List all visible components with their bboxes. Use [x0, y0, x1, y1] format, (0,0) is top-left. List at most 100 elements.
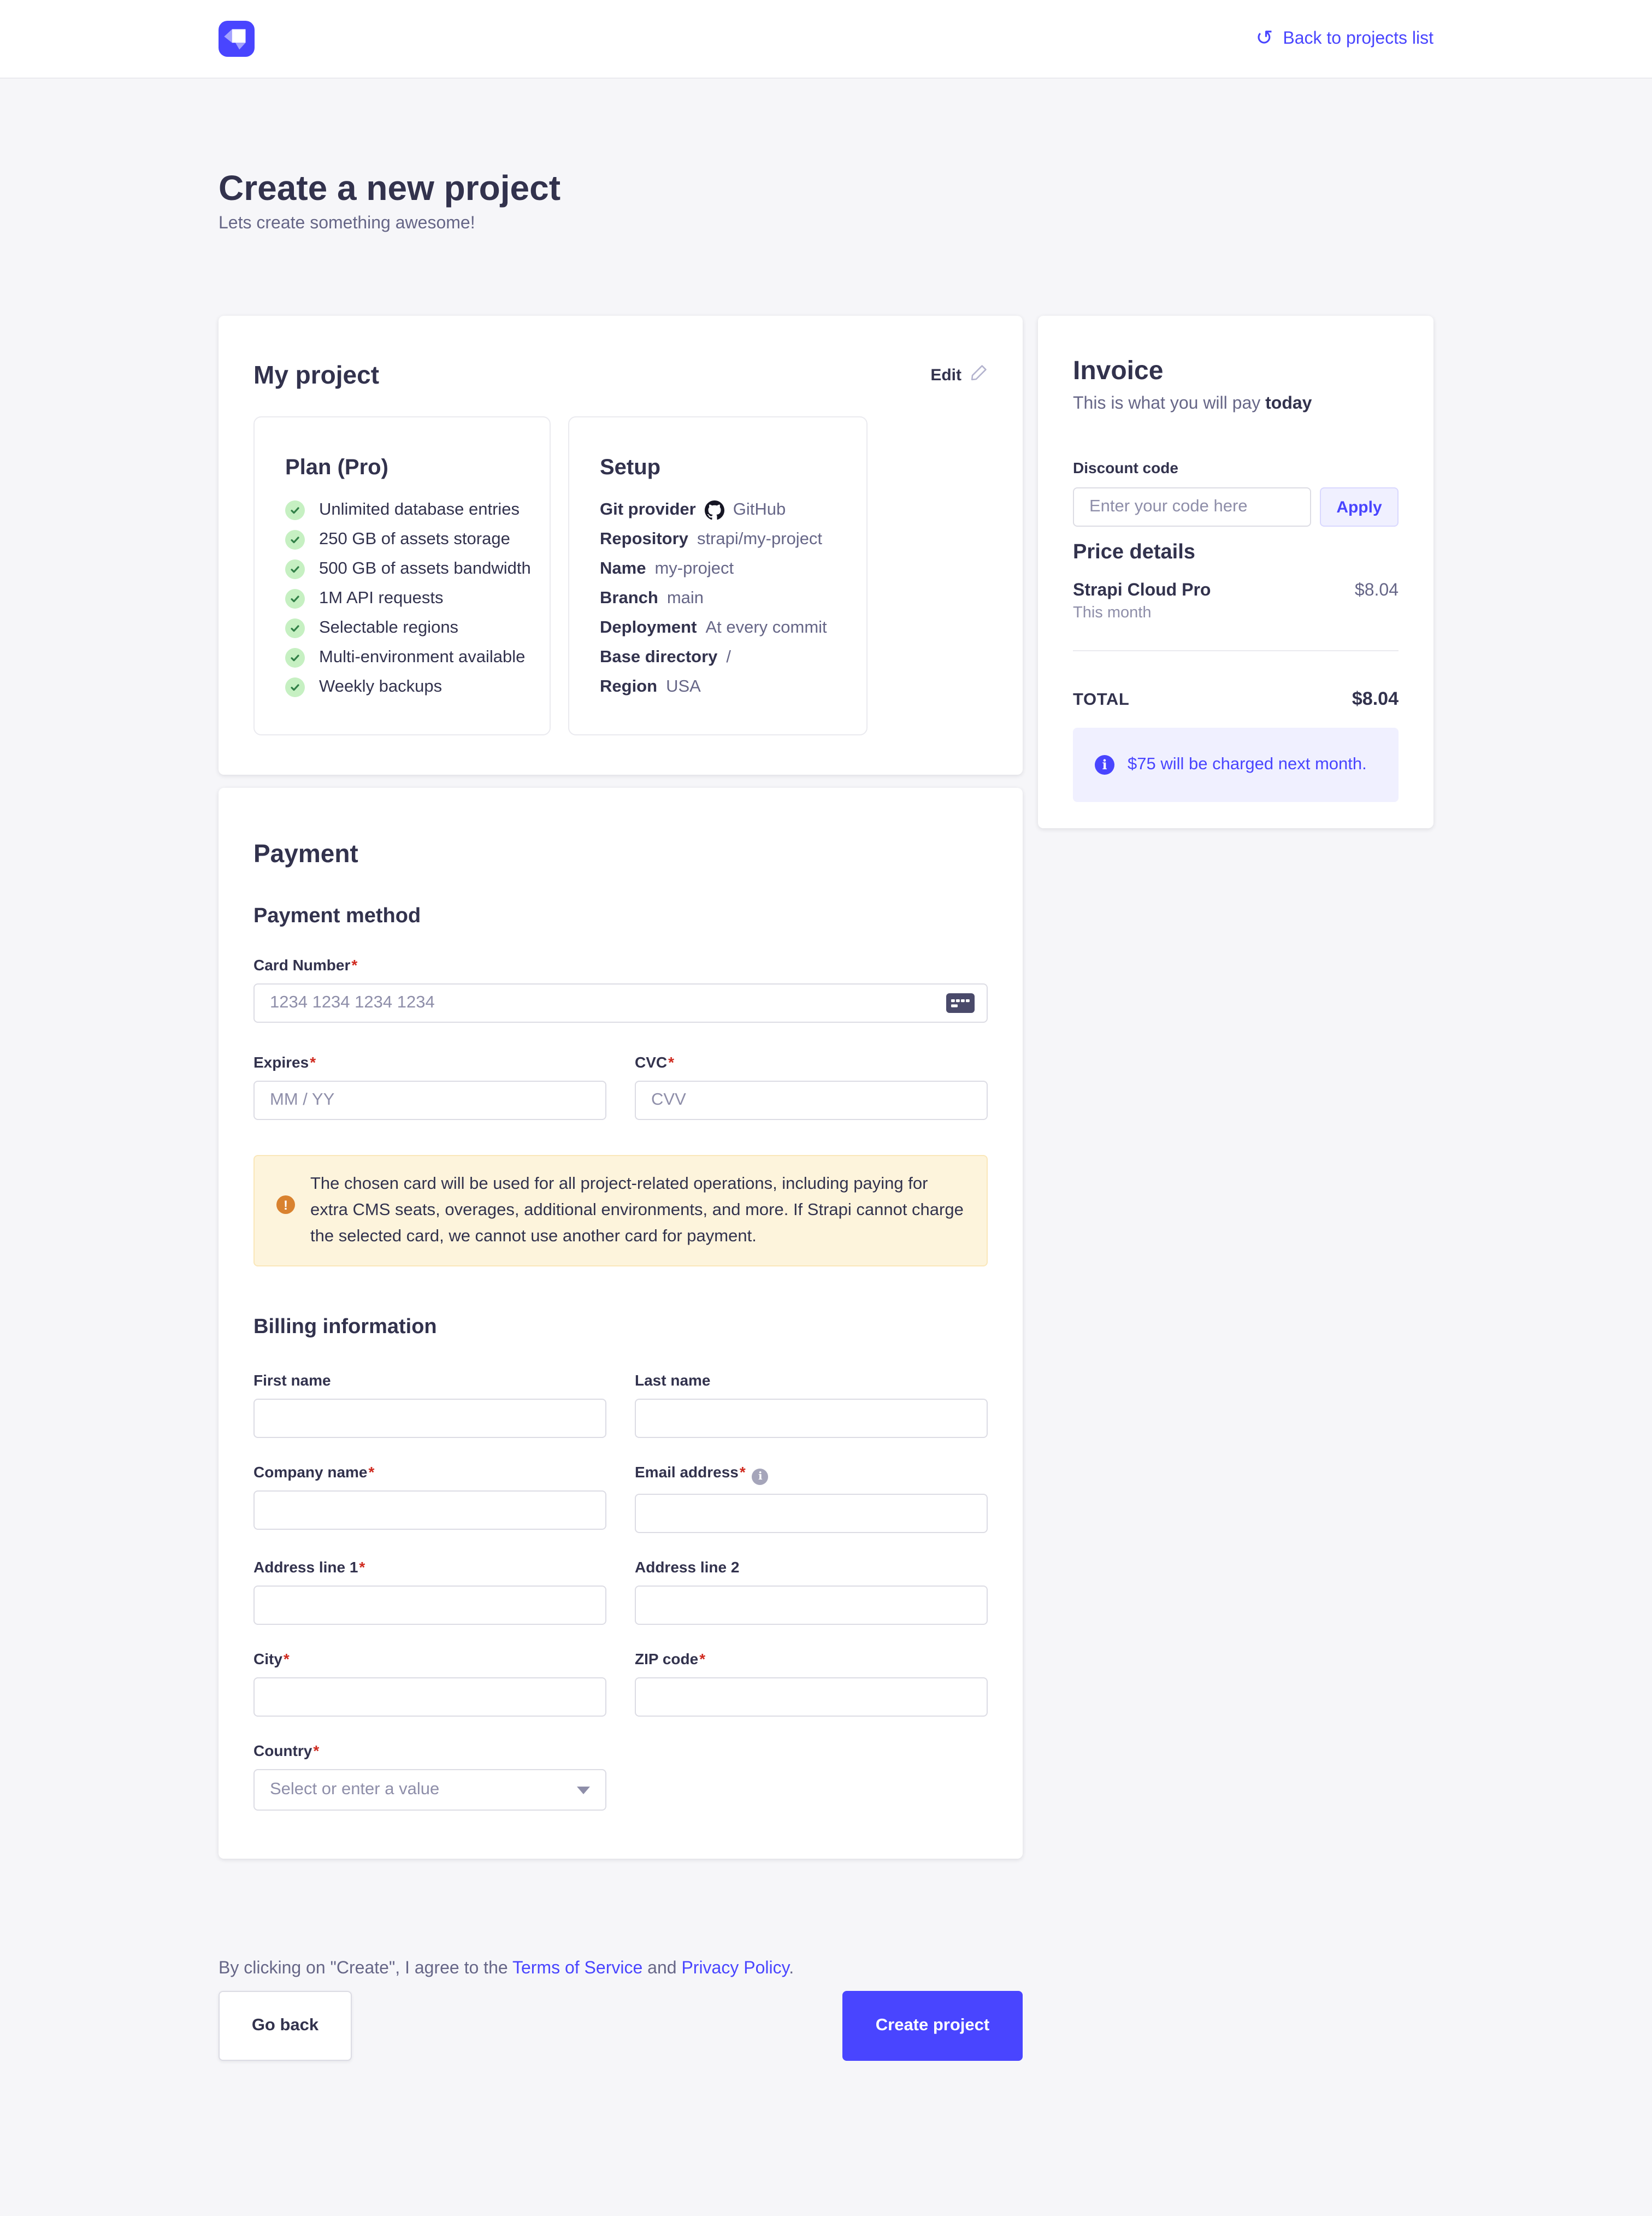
- payment-section-title: Payment: [253, 838, 988, 869]
- invoice-subtitle: This is what you will pay today: [1073, 392, 1399, 415]
- top-bar: ↺ Back to projects list: [0, 0, 1652, 79]
- setup-box: Setup Git provider GitHub Repositorystra: [568, 416, 868, 735]
- email-info-icon: i: [752, 1469, 769, 1485]
- apply-discount-button[interactable]: Apply: [1320, 487, 1399, 527]
- privacy-policy-link[interactable]: Privacy Policy: [681, 1959, 789, 1978]
- discount-code-section: Discount code Apply: [1073, 459, 1399, 527]
- address-line-1-input[interactable]: [253, 1586, 606, 1625]
- billing-information-heading: Billing information: [253, 1315, 988, 1341]
- price-line-item: Strapi Cloud Pro $8.04: [1073, 581, 1399, 601]
- create-project-button[interactable]: Create project: [842, 1991, 1023, 2061]
- credit-card-icon: [946, 993, 975, 1018]
- country-group: Country* Select or enter a value: [253, 1742, 606, 1811]
- payment-card: Payment Payment method Card Number*: [219, 788, 1023, 1859]
- go-back-button[interactable]: Go back: [219, 1991, 352, 2061]
- list-item: Unlimited database entries: [285, 500, 519, 520]
- plan-box: Plan (Pro) Unlimited database entries 25…: [253, 416, 551, 735]
- email-group: Email address*i: [635, 1463, 988, 1533]
- city-input[interactable]: [253, 1677, 606, 1717]
- setup-row: Repositorystrapi/my-project: [600, 530, 836, 550]
- check-icon: [285, 589, 305, 609]
- setup-row: RegionUSA: [600, 677, 836, 697]
- divider: [1073, 650, 1399, 651]
- page-subtitle: Lets create something awesome!: [219, 212, 1433, 236]
- invoice-title: Invoice: [1073, 355, 1399, 388]
- first-name-group: First name: [253, 1371, 606, 1438]
- note-text: $75 will be charged next month.: [1128, 755, 1367, 775]
- expires-input[interactable]: [253, 1081, 606, 1120]
- address-line-2-label: Address line 2: [635, 1558, 988, 1577]
- invoice-card: Invoice This is what you will pay today …: [1038, 316, 1433, 828]
- chevron-down-icon: [577, 1786, 590, 1794]
- card-number-label: Card Number*: [253, 956, 988, 975]
- project-summary-card: My project Edit: [219, 316, 1023, 775]
- discount-code-label: Discount code: [1073, 459, 1399, 478]
- total-row: TOTAL $8.04: [1073, 688, 1399, 710]
- card-usage-warning: ! The chosen card will be used for all p…: [253, 1155, 988, 1266]
- discount-code-input[interactable]: [1073, 487, 1311, 527]
- cvc-input[interactable]: [635, 1081, 988, 1120]
- main-content: Create a new project Lets create somethi…: [0, 166, 1652, 2216]
- cvc-label: CVC*: [635, 1053, 988, 1072]
- city-label: City*: [253, 1650, 606, 1669]
- last-name-input[interactable]: [635, 1399, 988, 1438]
- project-card-title: My project: [253, 359, 379, 390]
- info-icon: i: [1095, 755, 1114, 775]
- setup-box-title: Setup: [600, 455, 836, 481]
- country-select[interactable]: Select or enter a value: [253, 1769, 606, 1811]
- payment-method-heading: Payment method: [253, 904, 988, 930]
- strapi-logo-icon: [219, 21, 255, 57]
- last-name-label: Last name: [635, 1371, 988, 1390]
- price-details-heading: Price details: [1073, 540, 1399, 566]
- warning-icon: !: [276, 1195, 295, 1214]
- edit-project-button[interactable]: Edit: [930, 364, 988, 386]
- expires-label: Expires*: [253, 1053, 606, 1072]
- setup-row: Namemy-project: [600, 559, 836, 579]
- terms-of-service-link[interactable]: Terms of Service: [512, 1959, 642, 1978]
- back-to-projects-link[interactable]: ↺ Back to projects list: [1256, 28, 1434, 49]
- email-input[interactable]: [635, 1494, 988, 1533]
- warning-text: The chosen card will be used for all pro…: [310, 1171, 965, 1250]
- terms-agreement-text: By clicking on "Create", I agree to the …: [219, 1957, 1023, 1980]
- plan-box-title: Plan (Pro): [285, 455, 519, 481]
- zip-code-input[interactable]: [635, 1677, 988, 1717]
- list-item: 250 GB of assets storage: [285, 530, 519, 550]
- list-item: 500 GB of assets bandwidth: [285, 559, 519, 579]
- first-name-input[interactable]: [253, 1399, 606, 1438]
- zip-code-group: ZIP code*: [635, 1650, 988, 1717]
- plan-feature-list: Unlimited database entries 250 GB of ass…: [285, 500, 519, 697]
- pencil-icon: [970, 364, 988, 386]
- list-item: Multi-environment available: [285, 648, 519, 668]
- card-number-group: Card Number*: [253, 956, 988, 1023]
- price-item-name: Strapi Cloud Pro: [1073, 581, 1211, 601]
- cvc-group: CVC*: [635, 1053, 988, 1120]
- company-name-input[interactable]: [253, 1490, 606, 1530]
- check-icon: [285, 559, 305, 579]
- check-icon: [285, 530, 305, 550]
- address-line-2-input[interactable]: [635, 1586, 988, 1625]
- setup-row: Base directory/: [600, 648, 836, 668]
- company-name-group: Company name*: [253, 1463, 606, 1533]
- address-line-1-label: Address line 1*: [253, 1558, 606, 1577]
- setup-rows: Git provider GitHub Repositorystrapi/my-…: [600, 500, 836, 697]
- page-title: Create a new project: [219, 166, 1433, 210]
- price-item-period: This month: [1073, 604, 1399, 622]
- github-icon: [705, 500, 724, 520]
- zip-code-label: ZIP code*: [635, 1650, 988, 1669]
- check-icon: [285, 618, 305, 638]
- card-number-input[interactable]: [253, 983, 988, 1023]
- setup-row: Branchmain: [600, 589, 836, 609]
- check-icon: [285, 677, 305, 697]
- price-item-amount: $8.04: [1355, 581, 1399, 601]
- page-root: ↺ Back to projects list Create a new pro…: [0, 0, 1652, 2205]
- back-link-label: Back to projects list: [1283, 29, 1433, 49]
- setup-row: DeploymentAt every commit: [600, 618, 836, 638]
- city-group: City*: [253, 1650, 606, 1717]
- address-line-2-group: Address line 2: [635, 1558, 988, 1625]
- country-label: Country*: [253, 1742, 606, 1760]
- total-amount: $8.04: [1352, 688, 1399, 710]
- email-label: Email address*i: [635, 1463, 988, 1485]
- company-name-label: Company name*: [253, 1463, 606, 1482]
- list-item: Weekly backups: [285, 677, 519, 697]
- expires-group: Expires*: [253, 1053, 606, 1120]
